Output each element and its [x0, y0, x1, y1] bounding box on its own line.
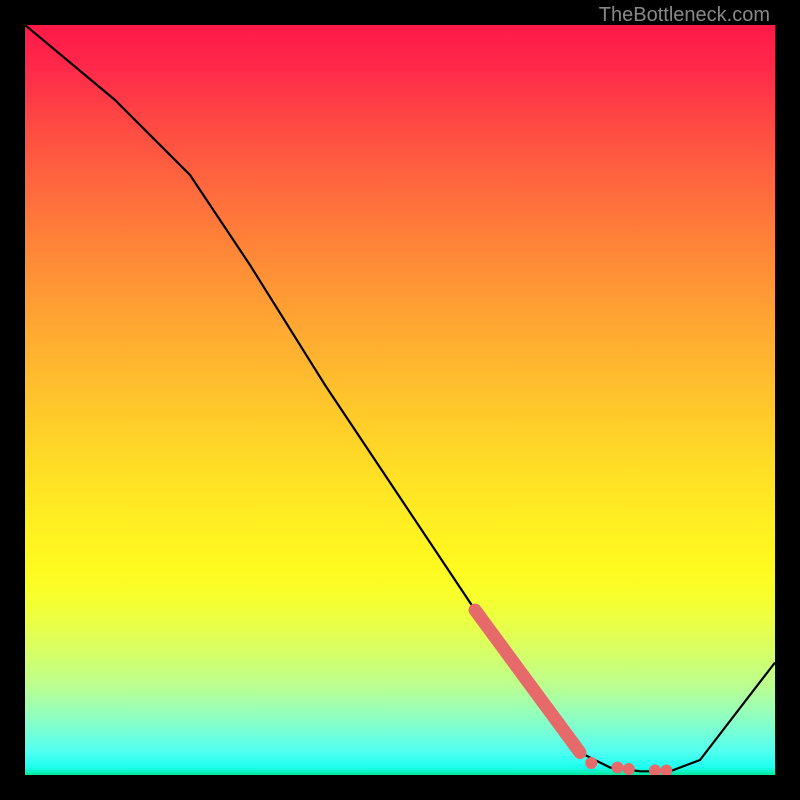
- highlight-dot: [585, 757, 597, 769]
- curve-line: [25, 25, 775, 771]
- highlight-dot: [612, 762, 624, 774]
- chart-container: TheBottleneck.com: [0, 0, 800, 800]
- highlight-dot: [660, 765, 672, 776]
- chart-overlay: [25, 25, 775, 775]
- highlight-dots: [585, 757, 672, 775]
- highlight-dot: [649, 765, 661, 776]
- highlight-segment: [475, 610, 580, 753]
- watermark-label: TheBottleneck.com: [599, 4, 770, 27]
- highlight-dot: [623, 763, 635, 775]
